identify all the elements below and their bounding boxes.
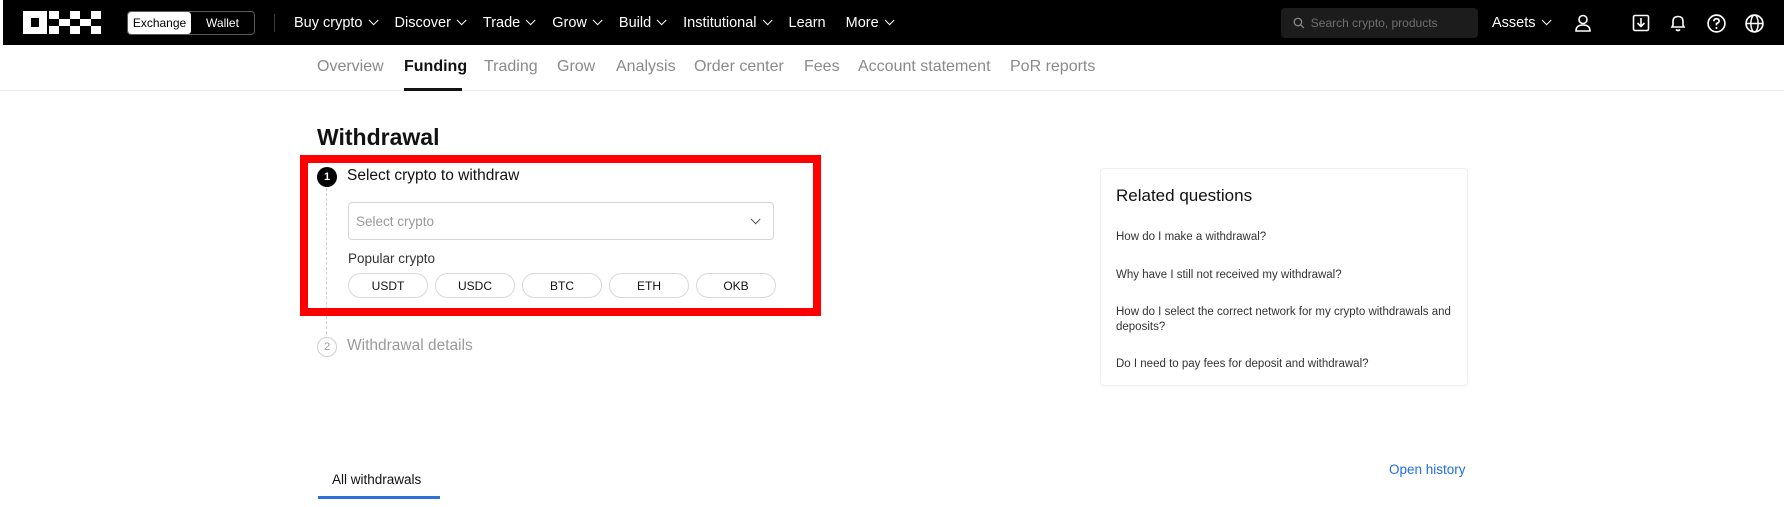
- chevron-down-icon: [368, 15, 379, 26]
- tab-order-center[interactable]: Order center: [694, 58, 784, 76]
- exchange-wallet-toggle: Exchange Wallet: [127, 11, 255, 35]
- main-nav: Buy crypto Discover Trade Grow Build Ins…: [294, 0, 911, 45]
- nav-label: Learn: [788, 14, 826, 31]
- chevron-down-icon: [1541, 15, 1552, 26]
- tab-grow[interactable]: Grow: [557, 58, 595, 76]
- nav-build[interactable]: Build: [618, 14, 667, 31]
- tab-account-statement[interactable]: Account statement: [858, 58, 991, 76]
- search-box[interactable]: [1281, 8, 1478, 38]
- divider: [274, 14, 275, 32]
- download-app-icon[interactable]: [1630, 12, 1652, 34]
- exchange-toggle-option[interactable]: Exchange: [128, 12, 191, 34]
- related-question-link[interactable]: How do I make a withdrawal?: [1116, 230, 1456, 245]
- nav-label: Institutional: [683, 14, 757, 31]
- bell-icon[interactable]: [1667, 12, 1689, 34]
- related-question-link[interactable]: How do I select the correct network for …: [1116, 305, 1456, 335]
- tab-fees[interactable]: Fees: [804, 58, 840, 76]
- search-input[interactable]: [1310, 16, 1478, 30]
- step-2-badge: 2: [317, 337, 337, 357]
- nav-learn[interactable]: Learn: [789, 15, 826, 31]
- related-questions-title: Related questions: [1116, 186, 1253, 205]
- chevron-down-icon: [762, 15, 773, 26]
- assets-label: Assets: [1492, 14, 1536, 31]
- logo-kx-blocks: [49, 11, 101, 34]
- user-icon[interactable]: [1572, 12, 1594, 34]
- chevron-down-icon: [456, 15, 467, 26]
- tab-all-withdrawals[interactable]: All withdrawals: [332, 472, 421, 487]
- nav-label: Grow: [552, 14, 587, 31]
- tab-overview[interactable]: Overview: [317, 58, 384, 76]
- nav-buy-crypto[interactable]: Buy crypto: [294, 14, 379, 31]
- red-highlight-box: [300, 155, 821, 316]
- page-title: Withdrawal: [317, 124, 440, 150]
- tab-analysis[interactable]: Analysis: [616, 58, 676, 76]
- nav-label: More: [845, 14, 879, 31]
- nav-trade[interactable]: Trade: [482, 14, 536, 31]
- nav-label: Build: [618, 14, 652, 31]
- tab-trading[interactable]: Trading: [484, 58, 538, 76]
- help-icon[interactable]: [1705, 12, 1727, 34]
- nav-label: Discover: [394, 14, 451, 31]
- related-question-link[interactable]: Do I need to pay fees for deposit and wi…: [1116, 357, 1456, 372]
- search-icon: [1293, 17, 1305, 29]
- nav-label: Buy crypto: [294, 14, 363, 31]
- nav-institutional[interactable]: Institutional: [683, 14, 773, 31]
- nav-discover[interactable]: Discover: [394, 14, 467, 31]
- wallet-toggle-option[interactable]: Wallet: [191, 12, 254, 34]
- active-tab-underline: [318, 496, 440, 499]
- open-history-link[interactable]: Open history: [1389, 462, 1466, 477]
- tab-funding[interactable]: Funding: [404, 58, 467, 76]
- assets-menu[interactable]: Assets: [1492, 0, 1552, 45]
- nav-more[interactable]: More: [845, 14, 895, 31]
- chevron-down-icon: [884, 15, 895, 26]
- chevron-down-icon: [525, 15, 536, 26]
- active-tab-underline: [404, 88, 462, 91]
- step-2-title: Withdrawal details: [347, 337, 473, 354]
- logo-o-block: [23, 11, 47, 34]
- okx-logo[interactable]: [23, 11, 101, 34]
- chevron-down-icon: [656, 15, 667, 26]
- related-questions-panel: Related questions How do I make a withdr…: [1100, 168, 1468, 386]
- tab-por-reports[interactable]: PoR reports: [1010, 58, 1095, 76]
- chevron-down-icon: [592, 15, 603, 26]
- account-subnav: Overview Funding Trading Grow Analysis O…: [0, 45, 1784, 91]
- globe-icon[interactable]: [1743, 12, 1765, 34]
- related-question-link[interactable]: Why have I still not received my withdra…: [1116, 268, 1456, 283]
- nav-label: Trade: [482, 14, 521, 31]
- top-navigation-bar: Exchange Wallet Buy crypto Discover Trad…: [0, 0, 1784, 45]
- nav-grow[interactable]: Grow: [552, 14, 603, 31]
